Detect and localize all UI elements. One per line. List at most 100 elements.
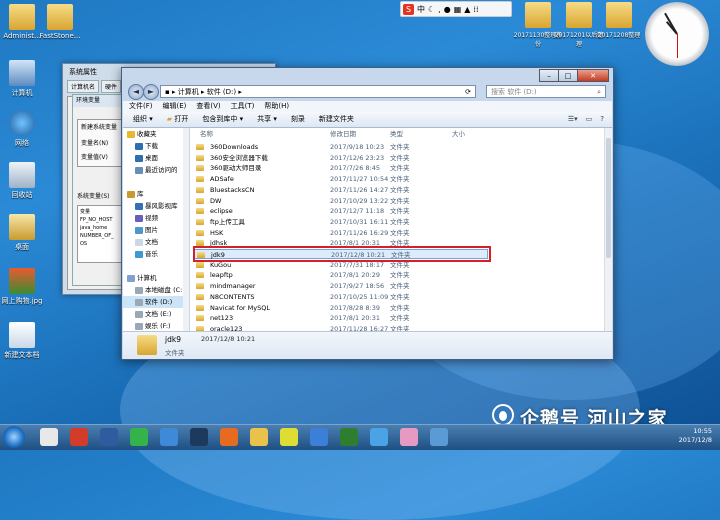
file-row[interactable]: BluestacksCN 2017/11/26 14:27 文件夹 [194,185,488,195]
chrome-icon[interactable] [280,428,298,446]
navigation-pane[interactable]: 收藏夹 下载 桌面 最近访问的库暴风影视库 视频 图片 文档 音乐计算机 本地磁盘 (C:) 软件… [123,128,190,331]
nav-item[interactable]: 桌面 [123,152,189,164]
file-row[interactable]: eclipse 2017/12/7 11:18 文件夹 [194,206,488,216]
desktop-icon[interactable]: 计算机 [0,60,50,98]
share-button[interactable]: 共享 ▾ [257,112,277,127]
column-name[interactable]: 名称 [200,128,213,140]
punctuation-icon[interactable]: , [438,5,441,14]
nav-item[interactable]: 音乐 [123,248,189,260]
keyboard-icon[interactable]: ▦ [454,5,462,14]
file-row[interactable]: net123 2017/8/1 20:31 文件夹 [194,313,488,323]
breadcrumb-computer[interactable]: 计算机 [178,88,199,96]
close-button[interactable]: ✕ [577,69,609,82]
music-app-icon[interactable] [160,428,178,446]
mic-icon[interactable]: ● [444,5,451,14]
preview-pane-icon[interactable]: ▭ [586,112,593,127]
nav-item[interactable]: 本地磁盘 (C:) [123,284,189,296]
file-row[interactable]: oracle123 2017/11/28 16:27 文件夹 [194,324,488,331]
nav-item[interactable]: 图片 [123,224,189,236]
desktop-folder-icon[interactable]: 20171208整理 [594,2,644,39]
clock-gadget[interactable] [645,2,709,66]
file-row[interactable]: Navicat for MySQL 2017/8/28 8:39 文件夹 [194,303,488,313]
menu-tools[interactable]: 工具(T) [231,101,255,112]
nav-item[interactable]: 计算机 [123,272,189,284]
file-row[interactable]: ftp上传工具 2017/10/31 16:11 文件夹 [194,217,488,227]
file-row[interactable]: ADSafe 2017/11/27 10:54 文件夹 [194,174,488,184]
nav-item[interactable]: 收藏夹 [123,128,189,140]
forward-button[interactable]: ► [143,84,159,100]
minimize-button[interactable]: – [539,69,559,82]
menu-view[interactable]: 查看(V) [196,101,220,112]
burn-button[interactable]: 刻录 [291,112,305,127]
address-bar[interactable]: ▪ ▸ 计算机 ▸ 软件 (D:) ▸ ⟳ [160,85,476,98]
file-row[interactable]: HSK 2017/11/26 16:29 文件夹 [194,228,488,238]
include-in-library-button[interactable]: 包含到库中 ▾ [202,112,243,127]
grid-icon[interactable]: ⁞⁞ [473,5,478,14]
menu-file[interactable]: 文件(F) [129,101,153,112]
nav-item[interactable]: 软件 (D:) [123,296,189,308]
scroll-thumb[interactable] [606,138,611,258]
nav-item[interactable]: 暴风影视库 [123,200,189,212]
vertical-scrollbar[interactable] [604,128,612,331]
nav-scrollbar[interactable] [183,128,189,331]
ime-toolbar[interactable]: S 中 ☾ , ● ▦ ▲ ⁞⁞ [400,1,512,17]
desktop-icon[interactable]: 网络 [0,110,50,148]
nav-item[interactable]: 下载 [123,140,189,152]
desktop-icon[interactable]: 桌面 [0,214,50,252]
back-button[interactable]: ◄ [128,84,144,100]
folder-icon[interactable] [250,428,268,446]
file-row[interactable]: 360Downloads 2017/9/18 10:23 文件夹 [194,142,488,152]
nav-item[interactable]: 最近访问的 [123,164,189,176]
file-row[interactable]: mindmanager 2017/9/27 18:56 文件夹 [194,281,488,291]
wechat-icon[interactable] [130,428,148,446]
shirt-icon[interactable]: ▲ [464,5,470,14]
explorer-window[interactable]: – □ ✕ ◄ ► ▪ ▸ 计算机 ▸ 软件 (D:) ▸ ⟳ 搜索 软件 (D… [121,67,614,360]
column-date[interactable]: 修改日期 [330,128,356,140]
nav-item[interactable]: 视频 [123,212,189,224]
moon-icon[interactable]: ☾ [428,5,435,14]
desktop-icon[interactable]: 回收站 [0,162,50,200]
tab-hardware[interactable]: 硬件 [101,80,122,93]
nav-item[interactable]: 文档 [123,236,189,248]
open-button[interactable]: ▰ 打开 [167,112,189,127]
maximize-button[interactable]: □ [558,69,578,82]
start-button[interactable] [3,426,25,448]
remote-icon[interactable] [430,428,448,446]
baidu-app-icon[interactable] [310,428,328,446]
system-tray-clock[interactable]: 10:55 2017/12/8 [679,427,712,445]
file-row[interactable]: leapftp 2017/8/1 20:29 文件夹 [194,270,488,280]
menu-edit[interactable]: 编辑(E) [163,101,187,112]
search-input[interactable]: 搜索 软件 (D:) ⌕ [486,85,606,98]
qq-icon[interactable] [40,428,58,446]
organize-button[interactable]: 组织 ▾ [133,112,153,127]
photoshop-icon[interactable] [190,428,208,446]
desktop-icon[interactable]: FastStone... [32,4,88,40]
file-row[interactable]: 360驱动大师目录 2017/7/26 8:45 文件夹 [194,163,488,173]
refresh-icon[interactable]: ⟳ [465,86,471,99]
nav-item[interactable]: 娱乐 (F:) [123,320,189,331]
file-list[interactable]: 名称 修改日期 类型 大小 360Downloads 2017/9/18 10:2… [190,128,605,331]
help-icon[interactable]: ? [600,112,604,127]
photo-app-icon[interactable] [70,428,88,446]
menu-help[interactable]: 帮助(H) [264,101,289,112]
tab-computer-name[interactable]: 计算机名 [67,80,100,93]
nav-item[interactable]: 文档 (E:) [123,308,189,320]
media-app-icon[interactable] [100,428,118,446]
dreamweaver-icon[interactable] [340,428,358,446]
new-folder-button[interactable]: 新建文件夹 [319,112,354,127]
firefox-icon[interactable] [220,428,238,446]
view-options-icon[interactable]: ☰▾ [568,112,578,127]
qq-pet-icon[interactable] [400,428,418,446]
desktop-icon[interactable]: 网上购物.jpg [0,268,50,306]
nav-item[interactable]: 库 [123,188,189,200]
column-type[interactable]: 类型 [390,128,403,140]
desktop-icon[interactable]: 新建文本档 [0,322,50,360]
column-size[interactable]: 大小 [452,128,465,140]
file-row[interactable]: DW 2017/10/29 13:22 文件夹 [194,196,488,206]
ime-mode[interactable]: 中 [417,4,425,15]
breadcrumb-drive[interactable]: 软件 (D:) [207,88,236,96]
title-bar[interactable]: – □ ✕ [122,68,613,82]
file-row[interactable]: N8CONTENTS 2017/10/25 11:09 文件夹 [194,292,488,302]
browser-icon[interactable] [370,428,388,446]
file-row[interactable]: 360安全浏览器下载 2017/12/6 23:23 文件夹 [194,153,488,163]
